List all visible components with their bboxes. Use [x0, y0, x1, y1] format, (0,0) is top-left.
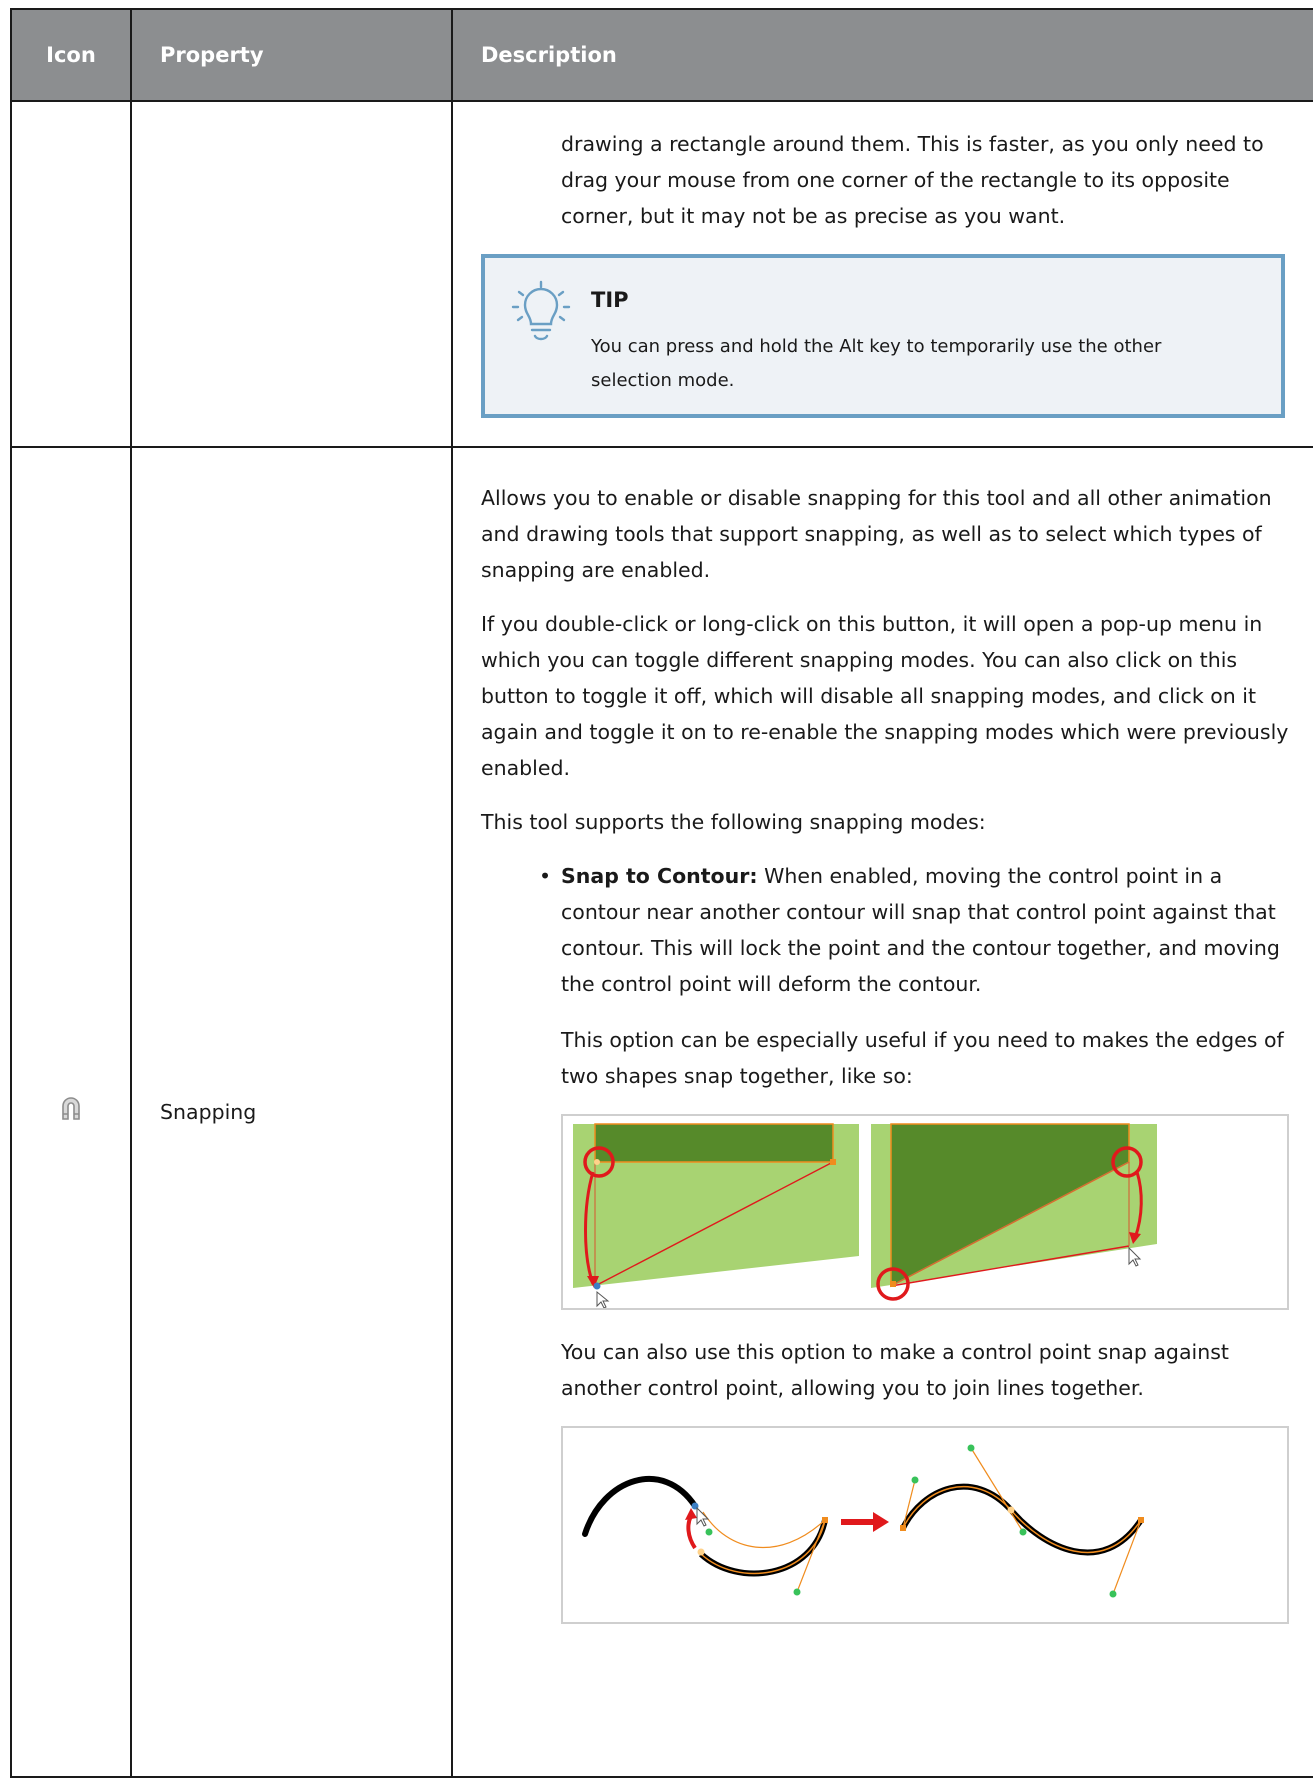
table-row: drawing a rectangle around them. This is…	[10, 100, 1313, 448]
properties-table: Icon Property Description drawing a rect…	[10, 8, 1313, 1778]
table-row: Snapping Allows you to enable or disable…	[10, 446, 1313, 1778]
document-page: Icon Property Description drawing a rect…	[0, 0, 1313, 1778]
header-icon: Icon	[10, 8, 132, 102]
header-property: Property	[130, 8, 453, 102]
property-cell: Snapping	[130, 446, 453, 1778]
snap-shapes-illustration	[561, 1114, 1289, 1310]
tip-title: TIP	[591, 288, 629, 312]
magnet-icon	[62, 1096, 80, 1120]
description-cell: drawing a rectangle around them. This is…	[451, 100, 1313, 448]
join-lines-illustration	[561, 1426, 1289, 1624]
icon-cell	[10, 446, 132, 1778]
description-paragraph: If you double-click or long-click on thi…	[481, 612, 1289, 780]
mode-detail-paragraph: You can also use this option to make a c…	[561, 1340, 1229, 1400]
description-paragraph: Allows you to enable or disable snapping…	[481, 486, 1272, 582]
description-cell: Allows you to enable or disable snapping…	[451, 446, 1313, 1778]
list-item: • Snap to Contour: When enabled, moving …	[539, 858, 1289, 1002]
tip-box: TIP You can press and hold the Alt key t…	[481, 254, 1285, 418]
mode-detail-paragraph: This option can be especially useful if …	[561, 1028, 1284, 1088]
icon-cell-empty	[10, 100, 132, 448]
tip-text: You can press and hold the Alt key to te…	[591, 336, 1162, 391]
table-header-row: Icon Property Description	[10, 8, 1313, 102]
bullet: •	[539, 864, 552, 888]
snapping-modes-list: • Snap to Contour: When enabled, moving …	[481, 858, 1289, 1002]
join-lines-figure	[582, 1444, 1144, 1598]
property-cell-empty	[130, 100, 453, 448]
snap-shapes-figure	[573, 1123, 1157, 1309]
mode-name: Snap to Contour:	[561, 864, 758, 888]
header-description: Description	[451, 8, 1313, 102]
continued-paragraph: drawing a rectangle around them. This is…	[561, 132, 1264, 228]
lightbulb-icon	[511, 280, 571, 341]
description-paragraph: This tool supports the following snappin…	[481, 810, 986, 834]
